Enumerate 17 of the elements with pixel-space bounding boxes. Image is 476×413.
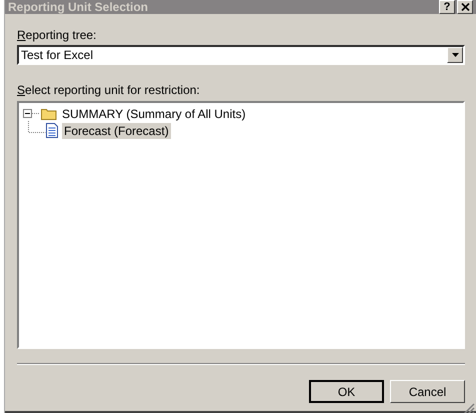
field-label: Select reporting unit for restriction: bbox=[17, 83, 201, 97]
collapse-icon[interactable] bbox=[23, 109, 40, 118]
reporting-tree-dropdown[interactable]: Test for Excel bbox=[17, 45, 465, 65]
tree-item[interactable]: SUMMARY (Summary of All Units) bbox=[60, 106, 248, 122]
dialog-button[interactable]: Cancel bbox=[390, 380, 465, 403]
close-icon bbox=[460, 3, 470, 11]
close-button[interactable] bbox=[457, 0, 473, 14]
resize-grip-icon[interactable] bbox=[463, 403, 475, 413]
folder-icon bbox=[41, 107, 57, 120]
document-icon bbox=[46, 123, 58, 138]
tree-connector bbox=[28, 120, 46, 132]
field-label: Reporting tree: bbox=[17, 28, 98, 42]
dialog-button[interactable]: OK bbox=[309, 380, 384, 403]
help-button[interactable]: ? bbox=[439, 0, 455, 14]
tree-item[interactable]: Forecast (Forecast) bbox=[62, 122, 171, 138]
window-title: Reporting Unit Selection bbox=[8, 0, 150, 14]
unit-tree[interactable]: SUMMARY (Summary of All Units) Forecast (Forecast) bbox=[17, 101, 465, 349]
